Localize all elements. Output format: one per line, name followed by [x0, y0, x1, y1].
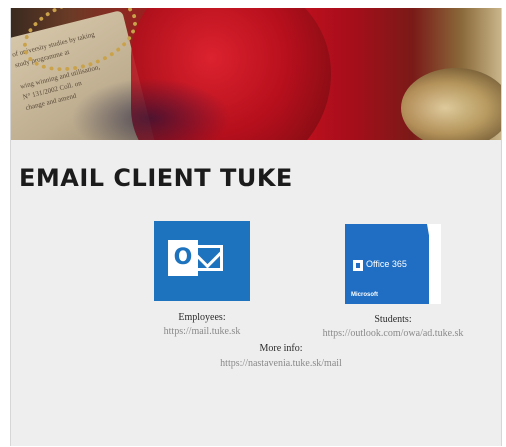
outlook-link[interactable]: O — [154, 221, 250, 301]
employees-label: Employees: — [178, 312, 226, 323]
banner-shadow — [71, 78, 231, 140]
office365-link[interactable]: Office 365 Microsoft — [345, 224, 441, 304]
employees-mail-link[interactable]: https://mail.tuke.sk — [131, 326, 273, 337]
banner-gold-ornament — [401, 68, 501, 140]
more-info-link[interactable]: https://nastavenia.tuke.sk/mail — [191, 358, 371, 369]
students-label: Students: — [374, 314, 412, 325]
microsoft-text: Microsoft — [351, 292, 378, 298]
page-frame: of university studies by taking study pr… — [10, 8, 502, 446]
office365-brand-text: Office 365 — [366, 259, 407, 269]
outlook-icon: O — [168, 240, 198, 276]
office365-icon — [353, 260, 363, 271]
page-title: EMAIL CLIENT TUKE — [19, 164, 293, 192]
students-mail-link[interactable]: https://outlook.com/owa/ad.tuke.sk — [293, 328, 493, 339]
header-banner-image: of university studies by taking study pr… — [11, 8, 501, 140]
more-info-label: More info: — [259, 343, 303, 354]
office-panel-edge — [427, 224, 441, 304]
